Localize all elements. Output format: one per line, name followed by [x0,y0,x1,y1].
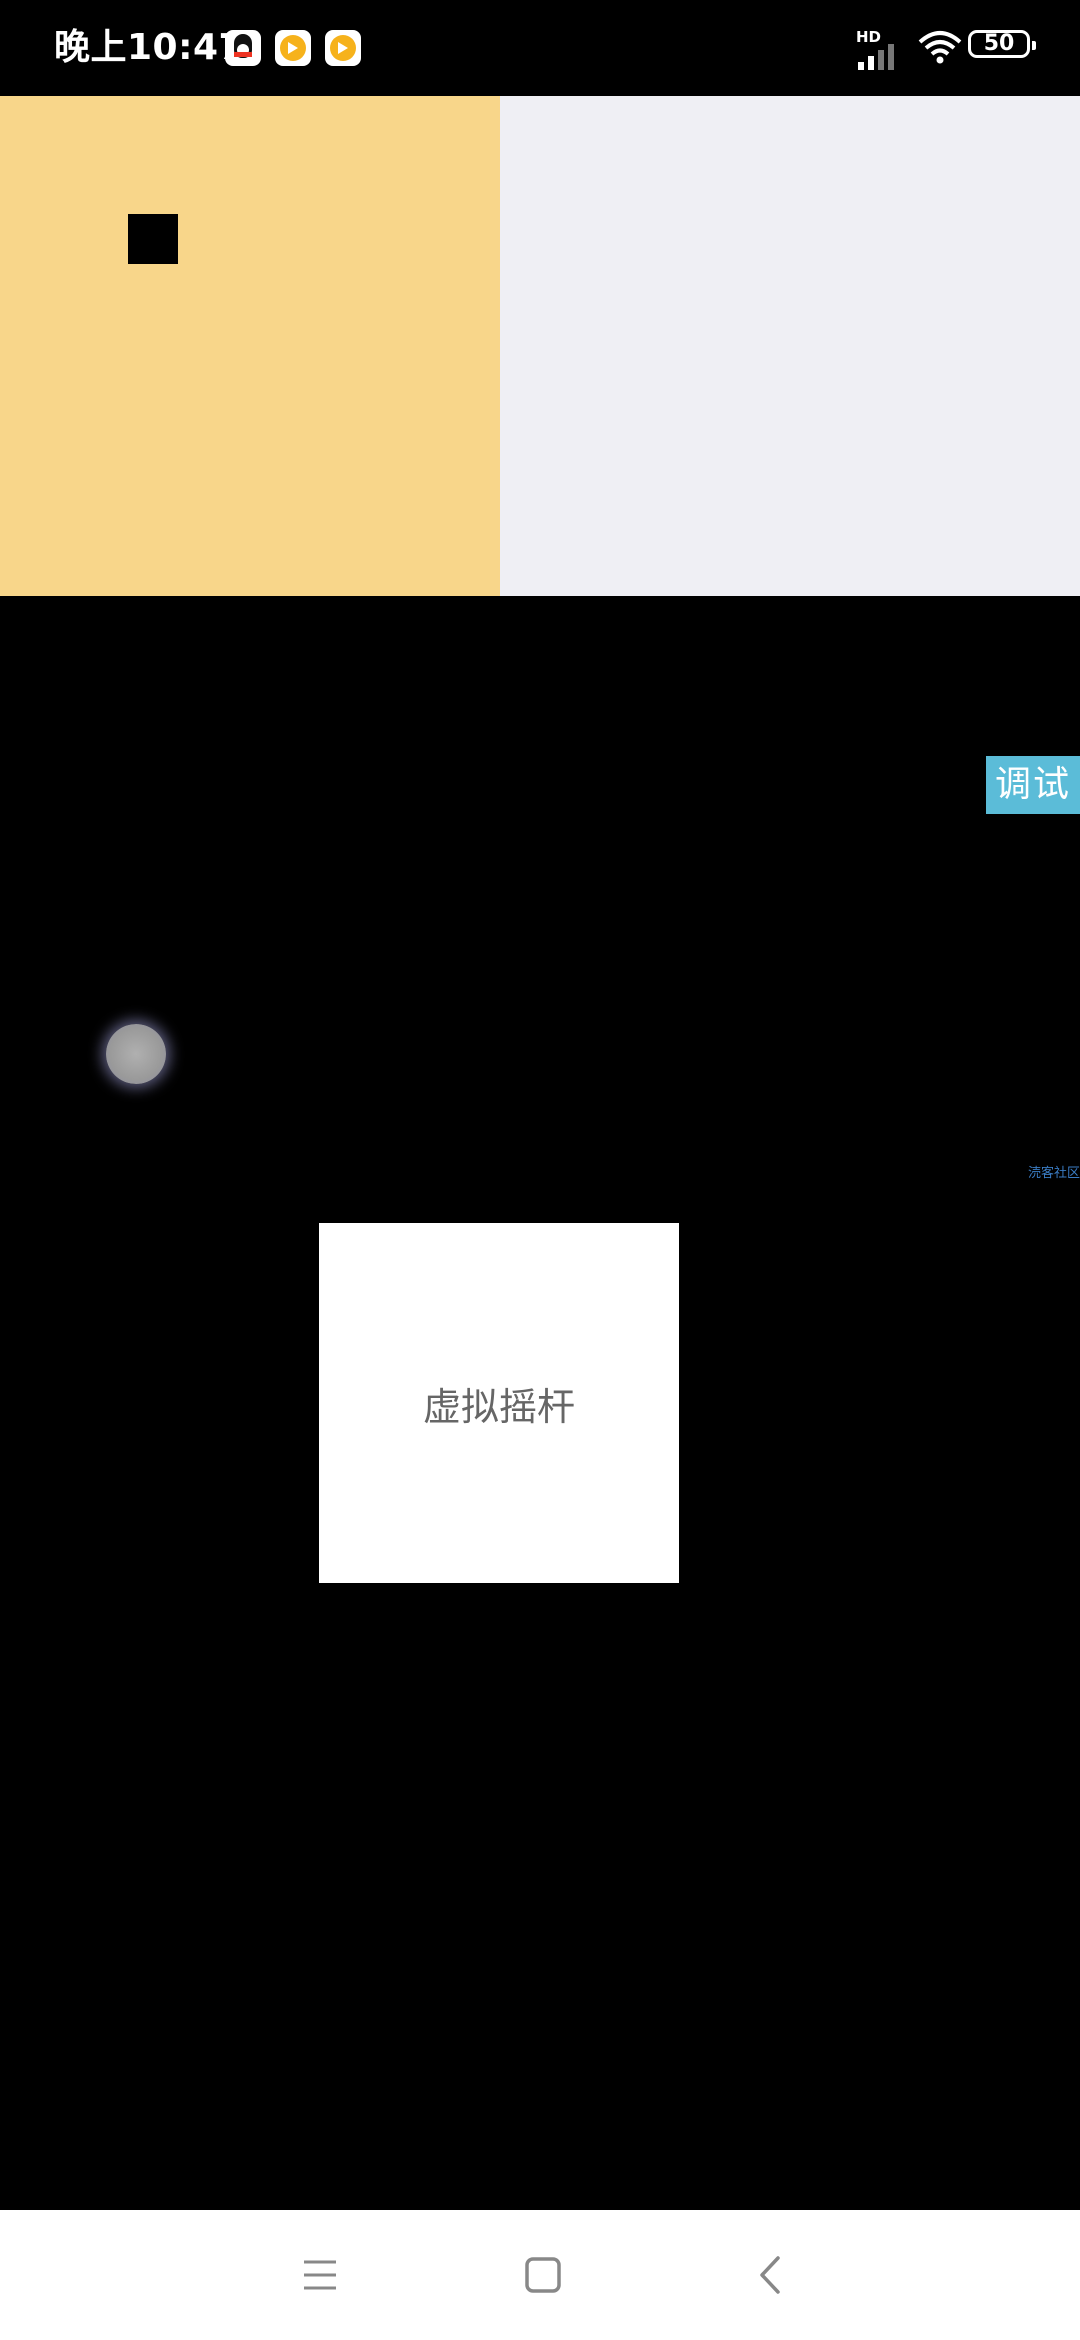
navigation-bar [0,2210,1080,2340]
app-notification-icon [275,30,311,66]
back-icon[interactable] [730,2240,810,2310]
qq-icon [225,30,261,66]
joystick-label: 虚拟摇杆 [422,1384,575,1429]
game-panel-left [0,96,500,596]
touch-indicator [106,1024,166,1084]
watermark-label: 涜客社区 [1027,1166,1080,1181]
status-time: 晚上10:47 [54,27,245,68]
home-icon[interactable] [503,2240,583,2310]
wifi-icon [918,31,962,64]
battery-level: 50 [983,31,1015,56]
status-bar: 晚上10:47 HD 50 [0,0,1080,96]
player-block [128,214,178,264]
menu-icon[interactable] [280,2240,360,2310]
battery-icon: 50 [968,30,1036,58]
game-panel-right [500,96,1080,596]
debug-button[interactable]: 调试 [986,756,1080,814]
signal-icon [858,44,894,70]
app-notification-icon [325,30,361,66]
virtual-joystick[interactable]: 虚拟摇杆 [319,1223,679,1583]
app-screen: 晚上10:47 HD 50 调试 涜客社区 虚拟摇杆 [0,0,1080,2340]
